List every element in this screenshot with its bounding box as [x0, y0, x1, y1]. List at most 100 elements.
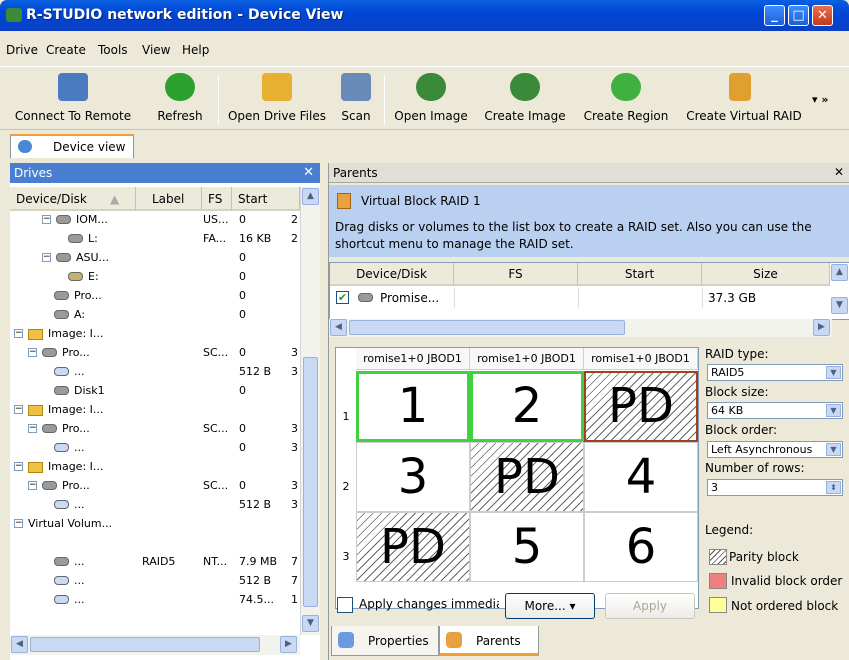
table-row[interactable]: Disk1 0 [10, 382, 300, 400]
collapse-icon[interactable]: − [42, 215, 51, 224]
raid-block[interactable]: 6 [584, 512, 698, 582]
parity-block[interactable]: PD [584, 371, 698, 442]
table-row[interactable]: − Pro... SC... 0 3 [10, 477, 300, 495]
tab-parents[interactable]: Parents [439, 626, 539, 656]
device-name: Image: I... [48, 403, 104, 416]
menu-help[interactable]: Help [182, 43, 209, 57]
parents-pane: Parents ✕ Virtual Block RAID 1 Drag disk… [328, 163, 849, 660]
create-virtual-raid-button[interactable]: Create Virtual RAID [682, 67, 806, 129]
block-size-select[interactable]: 64 KB ▼ [707, 402, 843, 419]
maximize-button[interactable]: □ [788, 5, 809, 26]
table-row[interactable]: − IOM... US... 0 2 [10, 213, 300, 229]
create-image-button[interactable]: Create Image [480, 67, 570, 129]
close-button[interactable]: ✕ [812, 5, 833, 26]
refresh-button[interactable]: Refresh [148, 67, 212, 129]
cell-start: 512 B [239, 574, 272, 587]
scroll-up-icon[interactable]: ▲ [831, 264, 848, 281]
column-header-device[interactable]: Device/Disk ▲ [10, 187, 136, 211]
scroll-up-icon[interactable]: ▲ [302, 188, 319, 205]
scroll-left-icon[interactable]: ◀ [11, 636, 28, 653]
menu-create[interactable]: Create [46, 43, 86, 57]
scroll-down-icon[interactable]: ▼ [302, 615, 319, 632]
scroll-thumb[interactable] [303, 357, 318, 607]
collapse-icon[interactable]: − [28, 424, 37, 433]
tab-device-view[interactable]: Device view [10, 134, 134, 158]
parity-block[interactable]: PD [356, 512, 470, 582]
cell-start: 0 [239, 289, 246, 302]
menu-tools[interactable]: Tools [98, 43, 128, 57]
row-checkbox[interactable]: ✔ [336, 291, 349, 304]
collapse-icon[interactable]: − [14, 462, 23, 471]
open-drive-files-button[interactable]: Open Drive Files [224, 67, 330, 129]
collapse-icon[interactable]: − [14, 405, 23, 414]
scroll-thumb[interactable] [30, 637, 260, 652]
column-header-label[interactable]: Label [136, 187, 202, 211]
scan-button[interactable]: Scan [336, 67, 376, 129]
apply-changes-checkbox[interactable] [337, 597, 353, 613]
create-region-button[interactable]: Create Region [578, 67, 674, 129]
drives-horizontal-scrollbar[interactable]: ◀ ▶ [10, 635, 300, 655]
scroll-right-icon[interactable]: ▶ [813, 319, 830, 336]
column-header-fs[interactable]: FS [454, 263, 578, 286]
close-pane-icon[interactable]: ✕ [303, 165, 314, 180]
collapse-icon[interactable]: − [42, 253, 51, 262]
raid-block[interactable]: 4 [584, 442, 698, 512]
table-row[interactable]: − Image: I... [10, 401, 300, 419]
cell-extra: 1 [291, 593, 298, 606]
connect-remote-button[interactable]: Connect To Remote [4, 67, 142, 129]
apply-button[interactable]: Apply [605, 593, 695, 619]
table-row[interactable]: ... 512 B 3 [10, 496, 300, 514]
collapse-icon[interactable]: − [14, 329, 23, 338]
table-row[interactable]: − ASU... 0 [10, 249, 300, 267]
scroll-down-icon[interactable]: ▼ [831, 297, 848, 314]
table-row[interactable]: A: 0 [10, 306, 300, 324]
raid-type-select[interactable]: RAID5 ▼ [707, 364, 843, 381]
legend-item-label: Not ordered block [731, 599, 839, 613]
collapse-icon[interactable]: − [28, 348, 37, 357]
table-row[interactable]: ... 512 B 3 [10, 363, 300, 381]
table-row[interactable]: − Pro... SC... 0 3 [10, 344, 300, 362]
scroll-right-icon[interactable]: ▶ [280, 636, 297, 653]
raid-block[interactable]: 3 [356, 442, 470, 512]
spinner-icon[interactable]: ⬍ [826, 481, 841, 494]
tab-properties[interactable]: Properties [331, 626, 439, 656]
table-row[interactable]: ... RAID5 NT... 7.9 MB 7 [10, 553, 300, 571]
table-row[interactable]: ✔ Promise... 37.3 GB [330, 288, 830, 308]
table-row[interactable]: Pro... 0 [10, 287, 300, 305]
close-pane-icon[interactable]: ✕ [834, 165, 844, 179]
column-header-size[interactable]: Size [702, 263, 830, 286]
toolbar-overflow-button[interactable]: ▾ » [812, 93, 828, 106]
column-header-fs[interactable]: FS [202, 187, 232, 211]
raid-block[interactable]: 5 [470, 512, 584, 582]
block-order-select[interactable]: Left Asynchronous ▼ [707, 441, 843, 458]
scroll-left-icon[interactable]: ◀ [330, 319, 347, 336]
column-header-device[interactable]: Device/Disk [330, 263, 454, 286]
collapse-icon[interactable]: − [14, 519, 23, 528]
more-button[interactable]: More... ▾ [505, 593, 595, 619]
table-horizontal-scrollbar[interactable]: ◀ ▶ [329, 319, 832, 337]
menu-view[interactable]: View [142, 43, 170, 57]
scroll-thumb[interactable] [349, 320, 625, 335]
number-of-rows-spinner[interactable]: 3 ⬍ [707, 479, 843, 496]
menu-drive[interactable]: Drive [6, 43, 38, 57]
drives-vertical-scrollbar[interactable]: ▲ ▼ [300, 187, 320, 635]
parity-block[interactable]: PD [470, 442, 584, 512]
table-row[interactable]: ... 512 B 7 [10, 572, 300, 590]
cell-start: 512 B [239, 498, 272, 511]
raid-block[interactable]: 2 [470, 371, 584, 442]
table-row[interactable]: − Image: I... [10, 458, 300, 476]
cell-extra: 7 [291, 555, 298, 568]
raid-block[interactable]: 1 [356, 371, 470, 442]
collapse-icon[interactable]: − [28, 481, 37, 490]
table-row[interactable]: − Virtual Volum... [10, 515, 300, 533]
table-row[interactable]: L: FA... 16 KB 2 [10, 230, 300, 248]
table-row[interactable]: ... 74.5... 1 [10, 591, 300, 609]
minimize-button[interactable]: _ [764, 5, 785, 26]
table-row[interactable]: ... 0 3 [10, 439, 300, 457]
open-image-button[interactable]: Open Image [390, 67, 472, 129]
table-row[interactable]: − Image: I... [10, 325, 300, 343]
table-row[interactable]: − Pro... SC... 0 3 [10, 420, 300, 438]
table-row[interactable]: E: 0 [10, 268, 300, 286]
column-header-start[interactable]: Start [232, 187, 300, 211]
column-header-start[interactable]: Start [578, 263, 702, 286]
